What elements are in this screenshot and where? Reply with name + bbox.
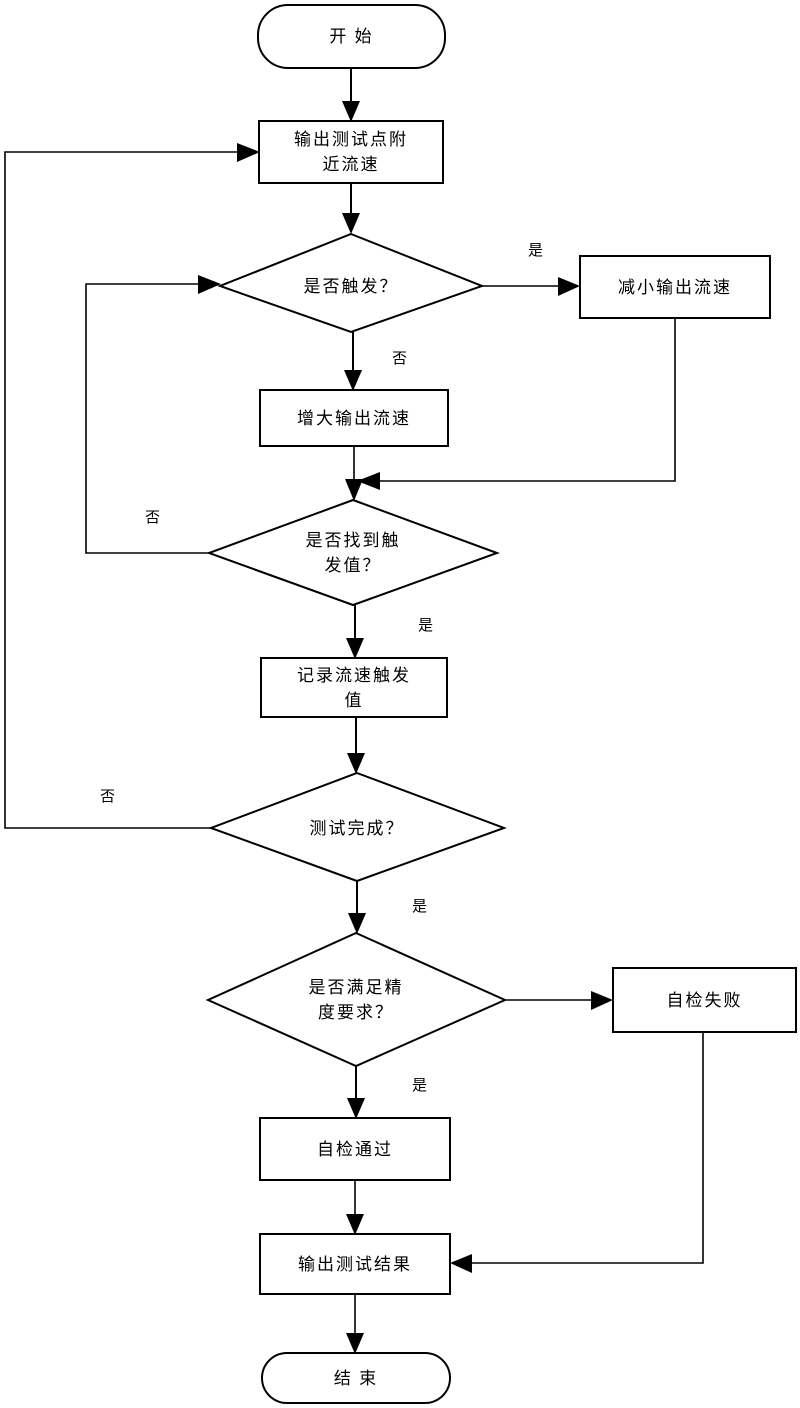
edge-label-triggered-yes-text: 是: [528, 243, 544, 259]
edge-failed-to-result: [462, 1032, 704, 1264]
arrowhead-accuracy-yes: [347, 1098, 365, 1119]
edge-label-triggered-yes: 是: [528, 243, 543, 259]
edge-label-triggered-no: 否: [392, 351, 407, 367]
arrowhead-triggered-no: [344, 370, 362, 391]
arrowhead-result-to-end: [346, 1333, 364, 1354]
edge-label-complete-no: 否: [100, 789, 115, 805]
edge-label-triggered-no-text: 否: [392, 351, 408, 367]
shape-decrease-flow: [579, 255, 771, 319]
arrowhead-passed-to-result: [346, 1214, 364, 1235]
shape-test-complete: [208, 771, 507, 883]
arrowhead-complete-yes: [348, 913, 366, 934]
shape-selftest-failed: [612, 967, 797, 1033]
arrowhead-decrease-to-found: [357, 472, 380, 490]
arrowhead-start-to-output: [342, 101, 360, 122]
shape-increase-flow: [259, 389, 449, 447]
shape-output-nearby-flow: [258, 120, 444, 184]
arrowhead-found-no-loop: [198, 275, 221, 294]
arrowhead-found-yes: [346, 638, 364, 659]
arrowhead-triggered-yes: [558, 277, 580, 296]
arrowhead-failed-to-result: [450, 1254, 472, 1273]
shape-end: [261, 1352, 451, 1404]
shape-is-triggered: [217, 232, 485, 334]
arrowhead-accuracy-no: [591, 991, 613, 1010]
edge-label-complete-no-text: 否: [100, 789, 116, 805]
shape-selftest-passed: [259, 1117, 451, 1181]
flowchart-canvas: 开 始 输出测试点附 近流速 是否触发？ 减小输出流速 增大输出流速 是否找到触…: [0, 0, 800, 1408]
edge-label-accuracy-yes-text: 是: [412, 1078, 428, 1094]
arrowhead-increase-to-found: [345, 479, 363, 501]
edge-label-found-yes-text: 是: [418, 618, 434, 634]
shape-found-trigger-value: [206, 498, 500, 607]
shape-start: [257, 4, 446, 69]
edge-label-found-no: 否: [145, 510, 160, 526]
shape-meets-accuracy: [205, 931, 508, 1068]
flowchart-graphics: [4, 4, 797, 1404]
arrowhead-output-to-triggered: [342, 213, 360, 234]
edge-complete-no-loop: [4, 151, 247, 829]
arrowhead-record-to-complete: [347, 753, 365, 774]
edge-label-complete-yes: 是: [412, 899, 427, 915]
edge-label-accuracy-yes: 是: [412, 1078, 427, 1094]
shape-output-test-result: [259, 1233, 451, 1295]
edge-label-found-yes: 是: [418, 618, 433, 634]
edge-label-found-no-text: 否: [145, 510, 161, 526]
arrowhead-complete-no-loop: [237, 143, 260, 162]
shape-record-trigger-value: [260, 657, 448, 718]
edge-label-complete-yes-text: 是: [412, 899, 428, 915]
